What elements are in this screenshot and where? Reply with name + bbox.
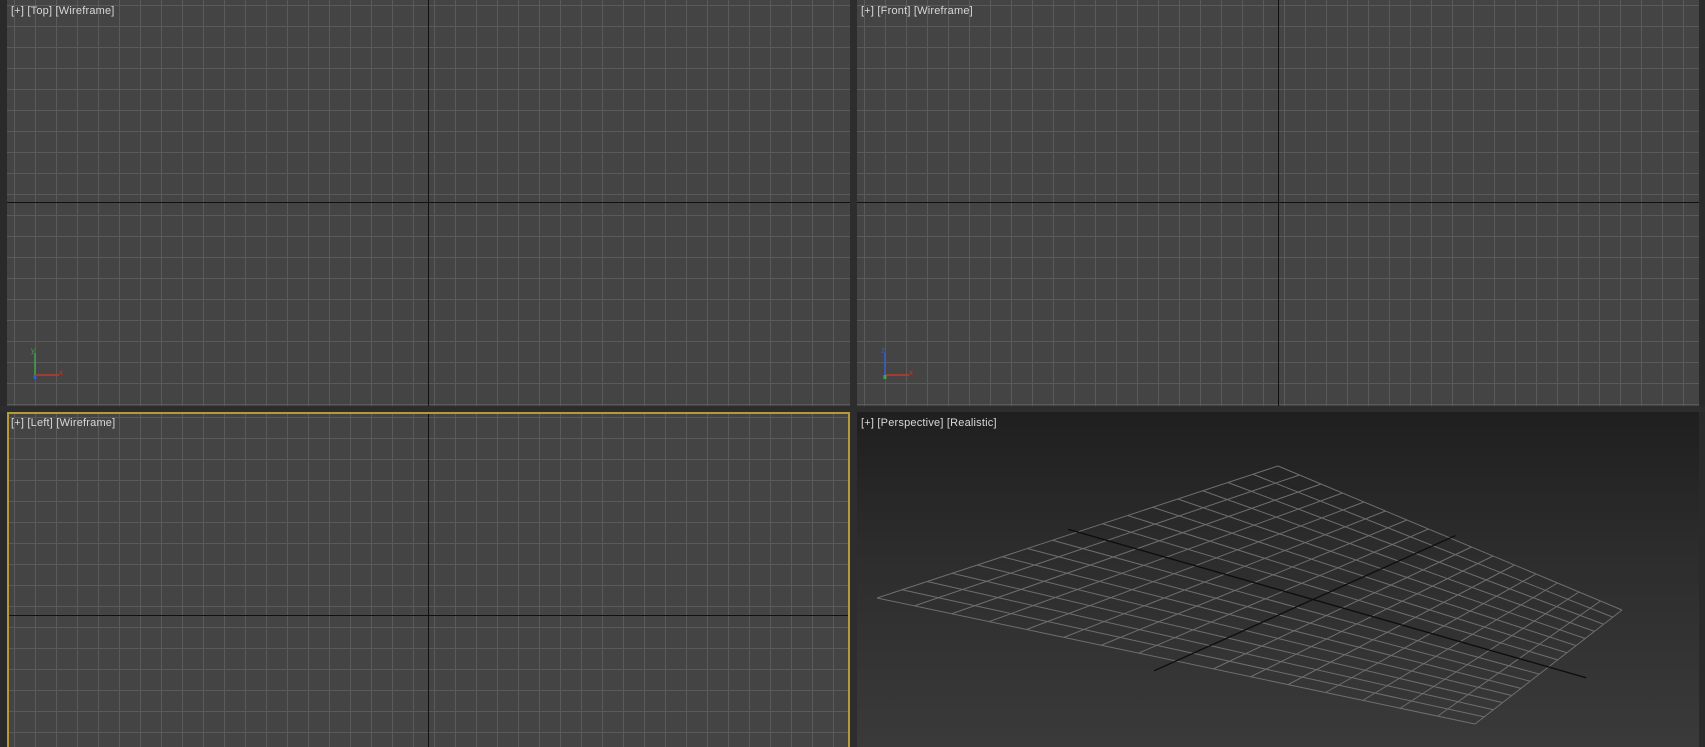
gizmo-axis-label: x [59, 368, 63, 377]
viewport-general-menu[interactable]: [+] [861, 5, 874, 17]
viewport-divider-vertical[interactable] [850, 0, 857, 747]
viewport-shading-menu[interactable]: [Wireframe] [914, 5, 973, 17]
viewport-label: [+] [Perspective] [Realistic] [861, 417, 997, 429]
home-grid-axis-vertical [1278, 0, 1279, 406]
viewport-point-of-view-menu[interactable]: [Front] [877, 5, 910, 17]
gizmo-axis-label: x [909, 368, 913, 377]
viewport-left[interactable]: [+] [Left] [Wireframe] [7, 412, 850, 747]
viewport-point-of-view-menu[interactable]: [Top] [27, 5, 52, 17]
viewport-front[interactable]: [+] [Front] [Wireframe] z x [857, 0, 1699, 406]
perspective-home-grid [876, 465, 1623, 725]
viewport-point-of-view-menu[interactable]: [Left] [27, 417, 53, 429]
max-viewport-layout: [+] [Top] [Wireframe] y x [+] [Front] [W… [0, 0, 1705, 747]
viewport-general-menu[interactable]: [+] [11, 417, 24, 429]
gizmo-axis-label: z [881, 346, 885, 355]
axis-tripod-icon: z x [881, 346, 913, 379]
viewport-perspective[interactable]: [+] [Perspective] [Realistic] [857, 412, 1699, 747]
axis-tripod-icon: y x [31, 346, 63, 379]
home-grid-axis [1067, 528, 1587, 679]
viewport-general-menu[interactable]: [+] [861, 417, 874, 429]
viewport-shading-menu[interactable]: [Realistic] [947, 417, 997, 429]
home-grid-axis [1153, 534, 1456, 672]
viewport-general-menu[interactable]: [+] [11, 5, 24, 17]
home-grid-axis-vertical [428, 0, 429, 406]
home-grid-axis-vertical [428, 412, 429, 747]
viewport-label: [+] [Top] [Wireframe] [11, 5, 115, 17]
right-edge-strip [1699, 0, 1705, 747]
viewport-label: [+] [Front] [Wireframe] [861, 5, 973, 17]
viewport-top[interactable]: [+] [Top] [Wireframe] y x [7, 0, 850, 406]
left-edge-strip [0, 0, 7, 747]
viewport-point-of-view-menu[interactable]: [Perspective] [877, 417, 943, 429]
gizmo-axis-label: y [31, 346, 35, 355]
viewport-shading-menu[interactable]: [Wireframe] [56, 5, 115, 17]
viewport-label: [+] [Left] [Wireframe] [11, 417, 115, 429]
viewport-shading-menu[interactable]: [Wireframe] [56, 417, 115, 429]
